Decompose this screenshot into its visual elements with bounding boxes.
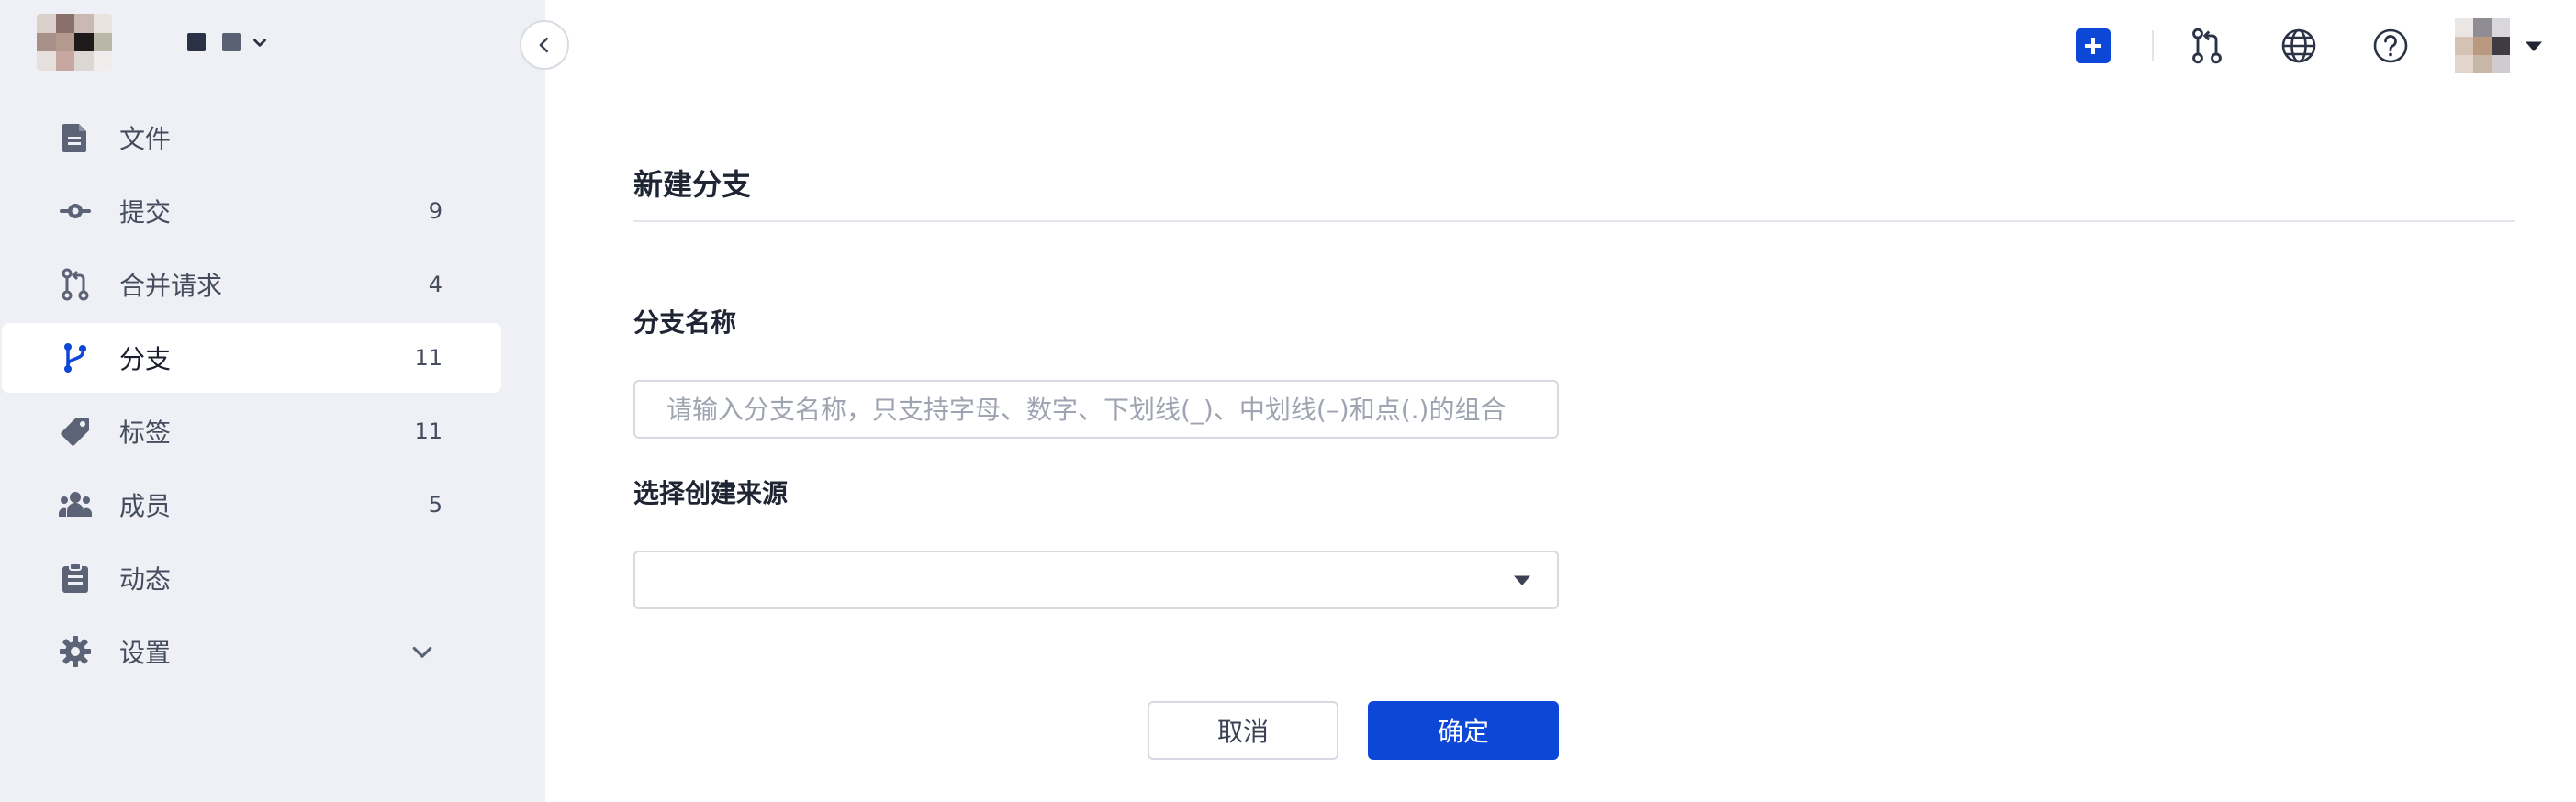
sidebar-item-activity[interactable]: 动态 bbox=[2, 543, 501, 613]
caret-down-icon bbox=[1514, 575, 1530, 585]
project-name[interactable] bbox=[187, 33, 268, 51]
project-header[interactable] bbox=[37, 13, 268, 72]
chevron-down-icon[interactable] bbox=[409, 639, 435, 664]
tag-icon bbox=[59, 415, 92, 448]
confirm-button[interactable]: 确定 bbox=[1368, 701, 1559, 760]
project-avatar bbox=[37, 14, 112, 71]
branch-icon bbox=[59, 341, 92, 374]
sidebar-item-count: 5 bbox=[428, 492, 442, 518]
branch-name-label: 分支名称 bbox=[633, 307, 737, 338]
source-select[interactable] bbox=[633, 551, 1559, 609]
language-button[interactable] bbox=[2271, 18, 2326, 73]
sidebar-item-label: 提交 bbox=[119, 197, 172, 228]
file-icon bbox=[59, 121, 92, 154]
merge-request-icon bbox=[2192, 28, 2222, 64]
chevron-left-icon bbox=[539, 37, 548, 53]
sidebar-item-count: 9 bbox=[428, 198, 442, 224]
commit-icon bbox=[59, 195, 92, 228]
sidebar-item-label: 成员 bbox=[119, 491, 172, 521]
page-title: 新建分支 bbox=[633, 167, 752, 202]
members-icon bbox=[59, 488, 92, 521]
project-name-block bbox=[187, 33, 206, 51]
sidebar-item-label: 标签 bbox=[119, 418, 172, 448]
branch-name-input[interactable] bbox=[633, 380, 1559, 439]
merge-request-icon bbox=[59, 268, 92, 301]
source-label: 选择创建来源 bbox=[633, 478, 789, 508]
help-icon bbox=[2373, 28, 2408, 63]
topbar-divider bbox=[2152, 30, 2154, 61]
user-avatar[interactable] bbox=[2455, 18, 2510, 73]
sidebar-item-settings[interactable]: 设置 bbox=[2, 617, 501, 686]
help-button[interactable] bbox=[2363, 18, 2418, 73]
sidebar-item-label: 文件 bbox=[119, 124, 172, 154]
sidebar-item-commits[interactable]: 提交 9 bbox=[2, 176, 501, 246]
sidebar-item-label: 动态 bbox=[119, 564, 172, 595]
topbar-actions bbox=[2066, 18, 2545, 73]
sidebar-nav: 文件 提交 9 合并请求 4 分支 11 标签 11 成员 5 动态 设置 bbox=[2, 103, 501, 690]
globe-icon bbox=[2281, 28, 2316, 63]
create-button[interactable] bbox=[2066, 18, 2121, 73]
chevron-down-icon bbox=[253, 39, 266, 47]
sidebar-item-count: 11 bbox=[414, 345, 442, 371]
sidebar-item-tags[interactable]: 标签 11 bbox=[2, 396, 501, 466]
sidebar-item-branches[interactable]: 分支 11 bbox=[2, 323, 501, 393]
caret-down-icon[interactable] bbox=[2523, 35, 2545, 57]
clipboard-icon bbox=[59, 562, 92, 595]
gear-icon bbox=[59, 635, 92, 668]
sidebar-item-members[interactable]: 成员 5 bbox=[2, 470, 501, 540]
sidebar-item-label: 设置 bbox=[119, 638, 172, 668]
sidebar-item-label: 分支 bbox=[119, 344, 172, 374]
sidebar: 文件 提交 9 合并请求 4 分支 11 标签 11 成员 5 动态 设置 bbox=[0, 0, 545, 802]
sidebar-collapse-button[interactable] bbox=[520, 20, 569, 70]
sidebar-item-count: 4 bbox=[428, 272, 442, 297]
title-divider bbox=[633, 220, 2515, 222]
merge-requests-button[interactable] bbox=[2179, 18, 2234, 73]
plus-icon bbox=[2076, 28, 2111, 63]
sidebar-item-label: 合并请求 bbox=[119, 271, 223, 301]
sidebar-item-files[interactable]: 文件 bbox=[2, 103, 501, 173]
sidebar-item-merge-requests[interactable]: 合并请求 4 bbox=[2, 250, 501, 319]
project-name-block bbox=[222, 33, 241, 51]
app-root: 文件 提交 9 合并请求 4 分支 11 标签 11 成员 5 动态 设置 新建… bbox=[0, 0, 2576, 802]
cancel-button[interactable]: 取消 bbox=[1148, 701, 1338, 760]
sidebar-item-count: 11 bbox=[414, 418, 442, 444]
